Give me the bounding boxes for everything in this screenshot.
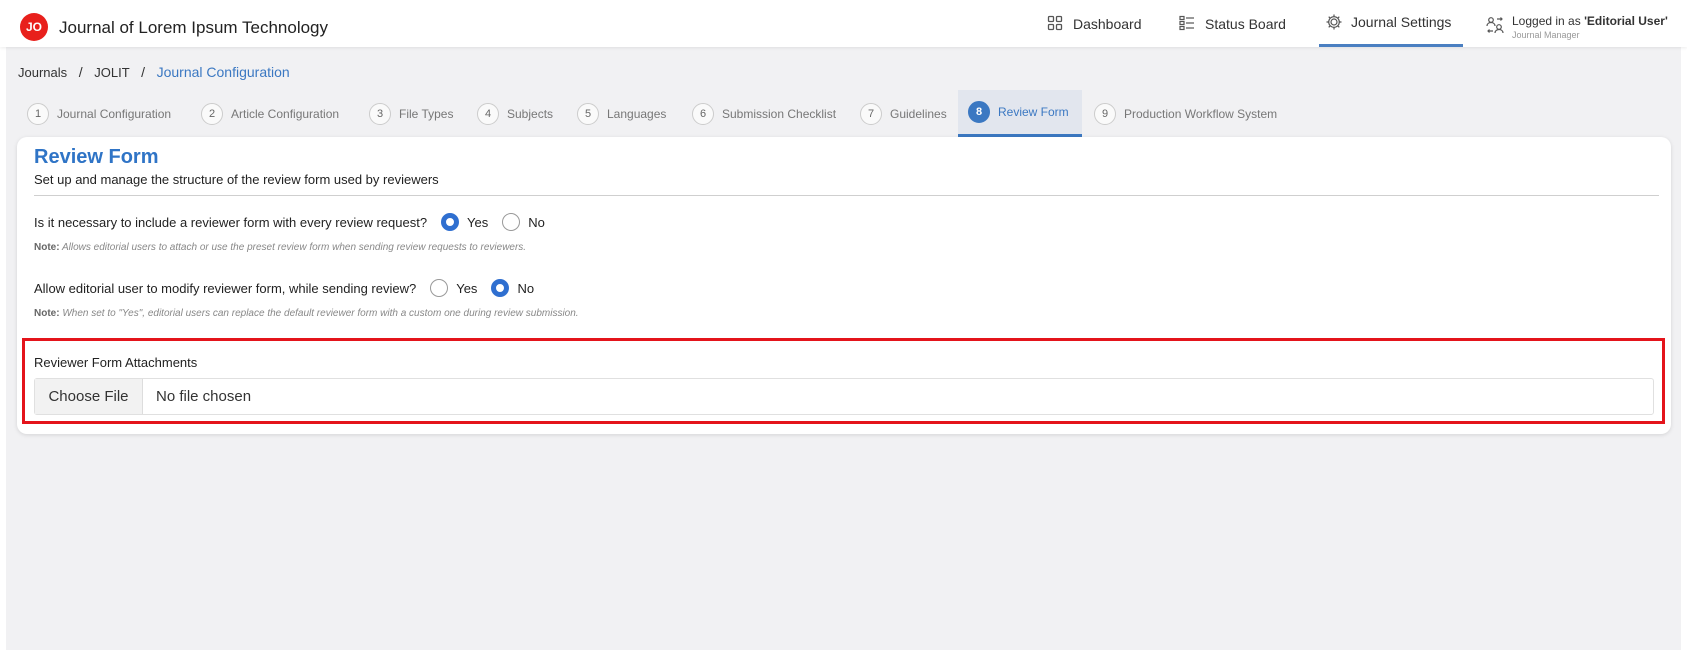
breadcrumb-journals[interactable]: Journals (18, 65, 67, 80)
q2-no-label[interactable]: No (517, 281, 534, 296)
step-languages[interactable]: 5 Languages (577, 90, 666, 137)
user-name: 'Editorial User' (1584, 14, 1668, 28)
step-number: 5 (577, 102, 599, 125)
breadcrumb-separator: / (141, 64, 145, 80)
q2-yes-label[interactable]: Yes (456, 281, 477, 296)
breadcrumb-separator: / (78, 64, 83, 80)
step-journal-configuration[interactable]: 1 Journal Configuration (27, 90, 171, 137)
step-label: Languages (607, 106, 667, 121)
review-form-card: Review Form Set up and manage the struct… (17, 137, 1671, 434)
step-number: 1 (27, 102, 49, 125)
step-label: Review Form (998, 105, 1069, 119)
step-label: Guidelines (890, 106, 947, 121)
card-title: Review Form (34, 146, 159, 168)
reviewer-form-file-input[interactable]: Choose File No file chosen (34, 378, 1654, 415)
top-navbar: JO Journal of Lorem Ipsum Technology Das… (0, 0, 1687, 47)
step-article-configuration[interactable]: 2 Article Configuration (201, 90, 339, 137)
question-modify-reviewer-form: Allow editorial user to modify reviewer … (34, 279, 534, 297)
breadcrumb-current: Journal Configuration (156, 64, 290, 80)
q1-no-label[interactable]: No (528, 215, 545, 230)
choose-file-button[interactable]: Choose File (35, 379, 143, 414)
board-icon (1179, 15, 1197, 33)
q2-yes-radio[interactable] (430, 279, 449, 297)
step-label: Article Configuration (231, 106, 340, 121)
step-number: 9 (1094, 102, 1116, 125)
q1-yes-label[interactable]: Yes (467, 215, 488, 230)
attachments-label: Reviewer Form Attachments (34, 355, 198, 370)
step-label: Submission Checklist (722, 106, 837, 121)
nav-journal-settings-label: Journal Settings (1351, 14, 1452, 30)
step-label: Production Workflow System (1124, 106, 1278, 121)
note-label: Note: (34, 308, 60, 319)
note-label: Note: (34, 242, 60, 253)
user-switch-icon (1486, 16, 1504, 34)
step-label: Subjects (507, 106, 554, 121)
step-number: 3 (369, 102, 391, 125)
user-role: Journal Manager (1512, 30, 1580, 40)
nav-dashboard[interactable]: Dashboard (1047, 0, 1142, 47)
question-text: Allow editorial user to modify reviewer … (34, 280, 417, 296)
step-guidelines[interactable]: 7 Guidelines (860, 90, 947, 137)
step-number: 8 (968, 101, 990, 123)
step-number: 2 (201, 102, 223, 125)
q1-no-radio[interactable] (502, 213, 521, 231)
user-menu[interactable]: Logged in as 'Editorial User' Journal Ma… (1486, 12, 1686, 42)
q2-note: Note: When set to "Yes", editorial users… (34, 308, 579, 319)
reviewer-form-attachments-section: Reviewer Form Attachments Choose File No… (22, 338, 1665, 424)
step-label: File Types (399, 106, 454, 121)
step-number: 4 (477, 102, 499, 125)
breadcrumb-jolit[interactable]: JOLIT (94, 65, 129, 80)
note-text: Allows editorial users to attach or use … (61, 242, 527, 253)
step-subjects[interactable]: 4 Subjects (477, 90, 553, 137)
step-production-workflow-system[interactable]: 9 Production Workflow System (1094, 90, 1277, 137)
nav-status-board[interactable]: Status Board (1179, 0, 1286, 47)
step-submission-checklist[interactable]: 6 Submission Checklist (692, 90, 836, 137)
q2-no-radio[interactable] (491, 279, 510, 297)
question-text: Is it necessary to include a reviewer fo… (34, 214, 428, 230)
nav-dashboard-label: Dashboard (1073, 15, 1142, 32)
step-label: Journal Configuration (57, 106, 172, 121)
step-file-types[interactable]: 3 File Types (369, 90, 453, 137)
journal-logo[interactable]: JO (20, 13, 48, 41)
grid-icon (1047, 15, 1065, 33)
divider (34, 195, 1659, 196)
question-reviewer-form-required: Is it necessary to include a reviewer fo… (34, 213, 545, 231)
breadcrumb: Journals / JOLIT / Journal Configuration (18, 64, 290, 80)
nav-journal-settings[interactable]: Journal Settings (1319, 0, 1463, 47)
file-status-text: No file chosen (156, 388, 252, 405)
step-review-form[interactable]: 8 Review Form (958, 90, 1082, 137)
user-login-text: Logged in as 'Editorial User' (1512, 14, 1668, 28)
gear-icon (1325, 13, 1343, 31)
card-subtitle: Set up and manage the structure of the r… (34, 172, 439, 187)
note-text: When set to "Yes", editorial users can r… (62, 308, 579, 319)
step-number: 6 (692, 102, 714, 125)
q1-yes-radio[interactable] (441, 213, 460, 231)
app-title[interactable]: Journal of Lorem Ipsum Technology (59, 18, 328, 38)
nav-status-board-label: Status Board (1205, 15, 1286, 32)
step-number: 7 (860, 102, 882, 125)
q1-note: Note: Allows editorial users to attach o… (34, 242, 526, 253)
